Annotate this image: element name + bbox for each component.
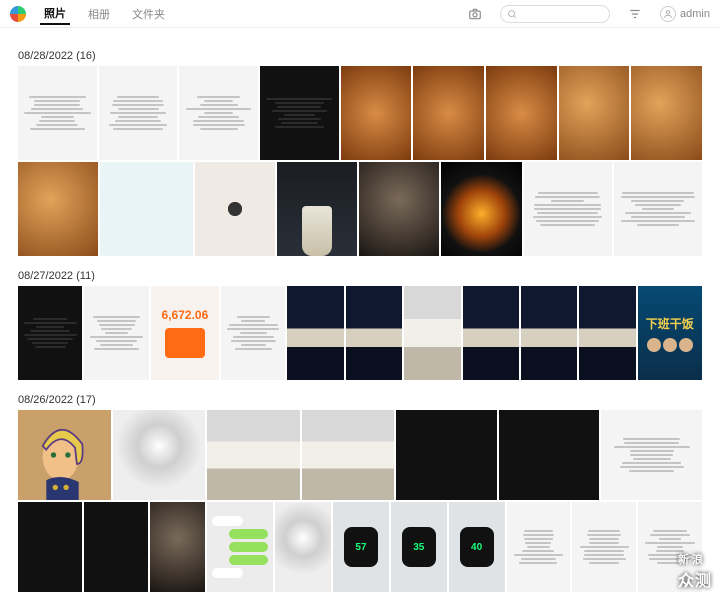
screenshot-chat[interactable] — [207, 502, 273, 592]
screenshot-homescreen[interactable] — [100, 162, 192, 256]
screenshot-settings-1[interactable] — [18, 66, 97, 160]
food-ribs-grill-1[interactable] — [341, 66, 412, 160]
food-ribs-grill-3[interactable] — [486, 66, 557, 160]
screenshot-calendar-grid[interactable] — [572, 502, 636, 592]
ad-banner[interactable]: 下班干饭 — [638, 286, 702, 380]
watch-face-2[interactable]: 35 — [391, 502, 447, 592]
screenshot-stats-3[interactable] — [18, 502, 82, 592]
screenshot-video-feed[interactable] — [18, 286, 82, 380]
food-wok-stove[interactable] — [441, 162, 521, 256]
food-stirfry[interactable] — [18, 162, 98, 256]
date-group-2: 08/26/2022 (17) 573540 — [18, 394, 702, 592]
top-bar: 照片 相册 文件夹 admin — [0, 0, 720, 28]
desk-setup-night-4[interactable] — [521, 286, 577, 380]
anime-character-giorno[interactable] — [18, 410, 111, 500]
watch-face-1[interactable]: 57 — [333, 502, 389, 592]
photo-softbox-1[interactable] — [113, 410, 206, 500]
watermark: 新浪 众测 — [678, 551, 712, 591]
screenshot-app-1[interactable] — [524, 162, 612, 256]
date-group-0: 08/28/2022 (16) — [18, 50, 702, 256]
camera-upload-icon[interactable] — [464, 3, 486, 25]
photo-seed-hanging[interactable] — [195, 162, 275, 256]
desk-setup-night-1[interactable] — [287, 286, 343, 380]
date-label: 08/26/2022 (17) — [18, 394, 702, 406]
watch-face-3[interactable]: 40 — [449, 502, 505, 592]
user-menu[interactable]: admin — [660, 6, 710, 22]
screenshot-form[interactable] — [507, 502, 571, 592]
date-label: 08/27/2022 (11) — [18, 270, 702, 282]
desk-setup-night-2[interactable] — [346, 286, 402, 380]
screenshot-app-2[interactable] — [614, 162, 702, 256]
photo-frothy-cup[interactable] — [277, 162, 357, 256]
screenshot-settings-3[interactable] — [179, 66, 258, 160]
nav-folders[interactable]: 文件夹 — [128, 4, 169, 24]
search-icon — [507, 9, 517, 19]
screenshot-stats-4[interactable] — [84, 502, 148, 592]
nav-albums[interactable]: 相册 — [84, 4, 114, 24]
screenshot-settings-2[interactable] — [99, 66, 178, 160]
screenshot-list[interactable] — [601, 410, 702, 500]
user-name: admin — [680, 8, 710, 20]
food-meat-chopsticks-2[interactable] — [631, 66, 702, 160]
video-call-portrait[interactable] — [359, 162, 439, 256]
desk-setup-day-1[interactable] — [404, 286, 460, 380]
screenshot-portrait[interactable] — [150, 502, 206, 592]
desk-setup-night-3[interactable] — [463, 286, 519, 380]
photo-softbox-2[interactable] — [275, 502, 331, 592]
nav-photos[interactable]: 照片 — [40, 3, 70, 25]
photo-timeline: 08/28/2022 (16) 08/27/2022 (11) 6,672.06… — [0, 28, 720, 612]
date-label: 08/28/2022 (16) — [18, 50, 702, 62]
screenshot-dark-car[interactable] — [260, 66, 339, 160]
studio-desk-1[interactable] — [207, 410, 300, 500]
app-logo — [10, 6, 26, 22]
filter-icon[interactable] — [624, 3, 646, 25]
screenshot-stats-1[interactable] — [396, 410, 497, 500]
screenshot-activity-rings[interactable] — [221, 286, 285, 380]
screenshot-news-feed[interactable] — [84, 286, 148, 380]
food-meat-chopsticks-1[interactable] — [559, 66, 630, 160]
desk-setup-night-5[interactable] — [579, 286, 635, 380]
search-input[interactable] — [500, 5, 610, 23]
screenshot-balance[interactable]: 6,672.06 — [151, 286, 219, 380]
studio-desk-2[interactable] — [302, 410, 395, 500]
date-group-1: 08/27/2022 (11) 6,672.06 下班干饭 — [18, 270, 702, 380]
user-avatar-icon — [660, 6, 676, 22]
screenshot-stats-2[interactable] — [499, 410, 600, 500]
food-ribs-grill-2[interactable] — [413, 66, 484, 160]
